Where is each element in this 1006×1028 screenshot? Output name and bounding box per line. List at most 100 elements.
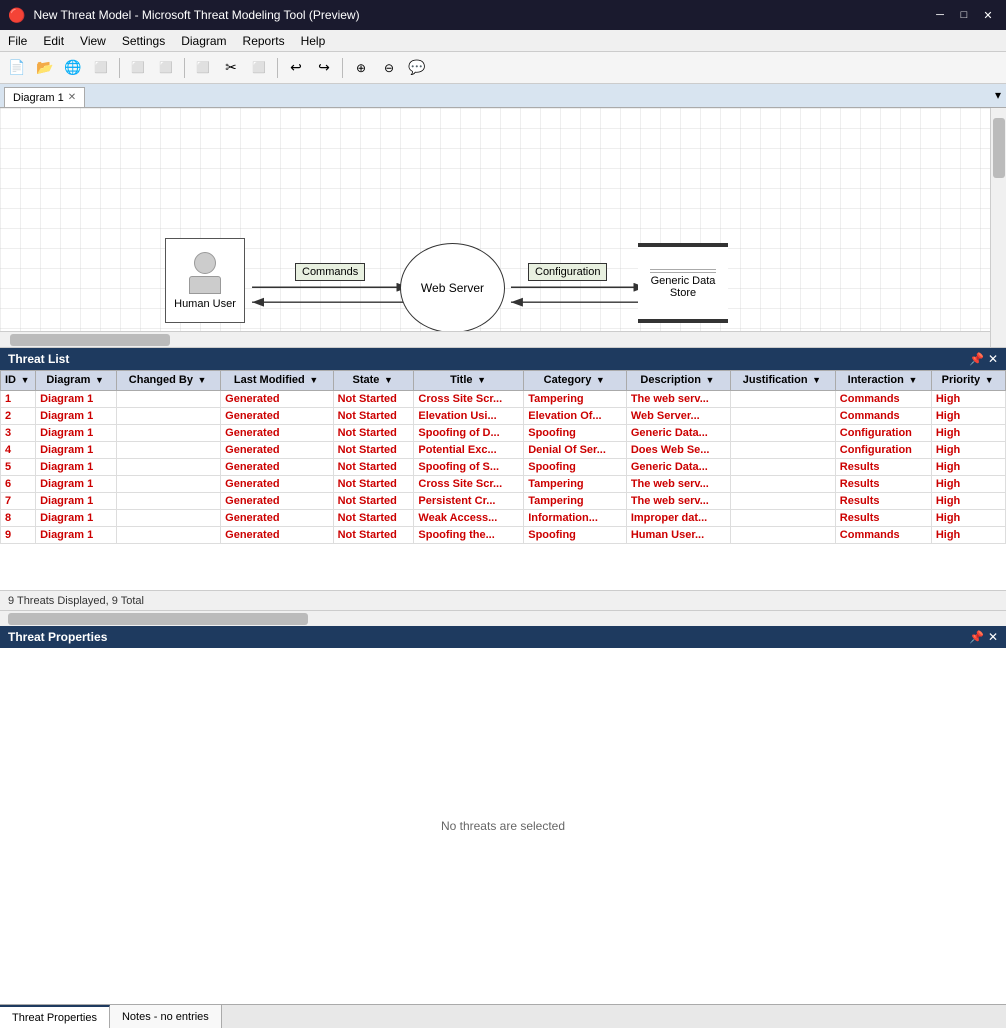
table-row[interactable]: 9 Diagram 1 Generated Not Started Spoofi… bbox=[1, 527, 1006, 544]
cell-justification bbox=[730, 510, 835, 527]
cell-title: Elevation Usi... bbox=[414, 408, 524, 425]
minimize-button[interactable]: ─ bbox=[930, 5, 950, 25]
threat-list-header: Threat List 📌 ✕ bbox=[0, 348, 1006, 370]
cell-last-modified: Generated bbox=[221, 476, 333, 493]
cell-diagram: Diagram 1 bbox=[36, 476, 117, 493]
new-button[interactable]: 📄 bbox=[4, 55, 30, 81]
table-row[interactable]: 2 Diagram 1 Generated Not Started Elevat… bbox=[1, 408, 1006, 425]
cell-changed-by bbox=[116, 510, 220, 527]
threat-properties-pin-button[interactable]: 📌 bbox=[969, 630, 984, 644]
cell-category: Tampering bbox=[524, 493, 627, 510]
table-row[interactable]: 7 Diagram 1 Generated Not Started Persis… bbox=[1, 493, 1006, 510]
table-row[interactable]: 5 Diagram 1 Generated Not Started Spoofi… bbox=[1, 459, 1006, 476]
cell-interaction: Commands bbox=[835, 408, 931, 425]
col-description[interactable]: Description ▼ bbox=[626, 371, 730, 391]
cell-title: Spoofing of D... bbox=[414, 425, 524, 442]
threat-list-title: Threat List bbox=[8, 352, 69, 366]
col-last-modified[interactable]: Last Modified ▼ bbox=[221, 371, 333, 391]
zoom-out-button[interactable]: ⊖ bbox=[376, 55, 402, 81]
table-row[interactable]: 6 Diagram 1 Generated Not Started Cross … bbox=[1, 476, 1006, 493]
new-diagram-button[interactable]: ⬜ bbox=[125, 55, 151, 81]
cell-priority: High bbox=[931, 442, 1005, 459]
col-state[interactable]: State ▼ bbox=[333, 371, 414, 391]
cell-title: Cross Site Scr... bbox=[414, 476, 524, 493]
cell-justification bbox=[730, 391, 835, 408]
edit-diagram-button[interactable]: ⬜ bbox=[153, 55, 179, 81]
cell-description: Generic Data... bbox=[626, 425, 730, 442]
comment-button[interactable]: 💬 bbox=[404, 55, 430, 81]
threat-properties-close-button[interactable]: ✕ bbox=[988, 630, 998, 644]
threat-list-pin-button[interactable]: 📌 bbox=[969, 352, 984, 366]
cell-category: Spoofing bbox=[524, 425, 627, 442]
menu-item-edit[interactable]: Edit bbox=[35, 30, 72, 51]
cell-changed-by bbox=[116, 391, 220, 408]
menu-item-diagram[interactable]: Diagram bbox=[173, 30, 234, 51]
cell-last-modified: Generated bbox=[221, 442, 333, 459]
redo-button[interactable]: ↪ bbox=[311, 55, 337, 81]
cell-category: Spoofing bbox=[524, 459, 627, 476]
cell-category: Tampering bbox=[524, 476, 627, 493]
cut-button[interactable]: ✂ bbox=[218, 55, 244, 81]
threat-properties-header: Threat Properties 📌 ✕ bbox=[0, 626, 1006, 648]
copy-button[interactable]: ⬜ bbox=[190, 55, 216, 81]
menu-item-view[interactable]: View bbox=[72, 30, 114, 51]
col-justification[interactable]: Justification ▼ bbox=[730, 371, 835, 391]
cell-interaction: Commands bbox=[835, 527, 931, 544]
cell-id: 9 bbox=[1, 527, 36, 544]
cell-state: Not Started bbox=[333, 476, 414, 493]
threat-properties-area: No threats are selected bbox=[0, 648, 1006, 1004]
configuration-flow-label[interactable]: Configuration bbox=[528, 263, 607, 281]
cell-title: Spoofing the... bbox=[414, 527, 524, 544]
cell-state: Not Started bbox=[333, 425, 414, 442]
table-row[interactable]: 8 Diagram 1 Generated Not Started Weak A… bbox=[1, 510, 1006, 527]
canvas-scroll-vertical[interactable] bbox=[990, 108, 1006, 347]
col-diagram[interactable]: Diagram ▼ bbox=[36, 371, 117, 391]
web-server-element[interactable]: Web Server bbox=[400, 243, 505, 333]
table-row[interactable]: 1 Diagram 1 Generated Not Started Cross … bbox=[1, 391, 1006, 408]
maximize-button[interactable]: □ bbox=[954, 5, 974, 25]
col-category[interactable]: Category ▼ bbox=[524, 371, 627, 391]
table-row[interactable]: 4 Diagram 1 Generated Not Started Potent… bbox=[1, 442, 1006, 459]
globe-button[interactable]: 🌐 bbox=[60, 55, 86, 81]
col-priority[interactable]: Priority ▼ bbox=[931, 371, 1005, 391]
cell-title: Weak Access... bbox=[414, 510, 524, 527]
menu-item-settings[interactable]: Settings bbox=[114, 30, 173, 51]
tab-close-button[interactable]: ✕ bbox=[68, 92, 76, 103]
cell-justification bbox=[730, 476, 835, 493]
col-interaction[interactable]: Interaction ▼ bbox=[835, 371, 931, 391]
tab-dropdown[interactable]: ▾ bbox=[990, 83, 1006, 107]
menu-item-file[interactable]: File bbox=[0, 30, 35, 51]
diagram-tab[interactable]: Diagram 1 ✕ bbox=[4, 87, 85, 107]
bottom-tab-notes[interactable]: Notes - no entries bbox=[110, 1005, 222, 1028]
open-button[interactable]: 📂 bbox=[32, 55, 58, 81]
cell-interaction: Configuration bbox=[835, 425, 931, 442]
title-bar: 🔴 New Threat Model - Microsoft Threat Mo… bbox=[0, 0, 1006, 30]
threat-table-scrollbar[interactable] bbox=[0, 610, 1006, 626]
cell-state: Not Started bbox=[333, 391, 414, 408]
canvas-area[interactable]: Human User Commands Web Server Configura… bbox=[0, 108, 1006, 348]
human-user-element[interactable]: Human User bbox=[165, 238, 245, 323]
cell-interaction: Results bbox=[835, 459, 931, 476]
bottom-tab-threat-properties[interactable]: Threat Properties bbox=[0, 1005, 110, 1028]
menu-item-help[interactable]: Help bbox=[293, 30, 334, 51]
table-row[interactable]: 3 Diagram 1 Generated Not Started Spoofi… bbox=[1, 425, 1006, 442]
commands-flow-label[interactable]: Commands bbox=[295, 263, 365, 281]
cell-id: 8 bbox=[1, 510, 36, 527]
cell-priority: High bbox=[931, 459, 1005, 476]
menu-item-reports[interactable]: Reports bbox=[235, 30, 293, 51]
zoom-in-button[interactable]: ⊕ bbox=[348, 55, 374, 81]
cell-priority: High bbox=[931, 527, 1005, 544]
paste-button[interactable]: ⬜ bbox=[246, 55, 272, 81]
threat-list-close-button[interactable]: ✕ bbox=[988, 352, 998, 366]
close-button[interactable]: ✕ bbox=[978, 5, 998, 25]
cell-category: Elevation Of... bbox=[524, 408, 627, 425]
col-title[interactable]: Title ▼ bbox=[414, 371, 524, 391]
data-store-element[interactable]: Generic Data Store bbox=[638, 243, 728, 323]
canvas-scroll-horizontal[interactable] bbox=[0, 331, 990, 347]
cell-id: 5 bbox=[1, 459, 36, 476]
undo-button[interactable]: ↩ bbox=[283, 55, 309, 81]
col-id[interactable]: ID ▼ bbox=[1, 371, 36, 391]
col-changed-by[interactable]: Changed By ▼ bbox=[116, 371, 220, 391]
unknown-button[interactable]: ⬜ bbox=[88, 55, 114, 81]
cell-justification bbox=[730, 425, 835, 442]
